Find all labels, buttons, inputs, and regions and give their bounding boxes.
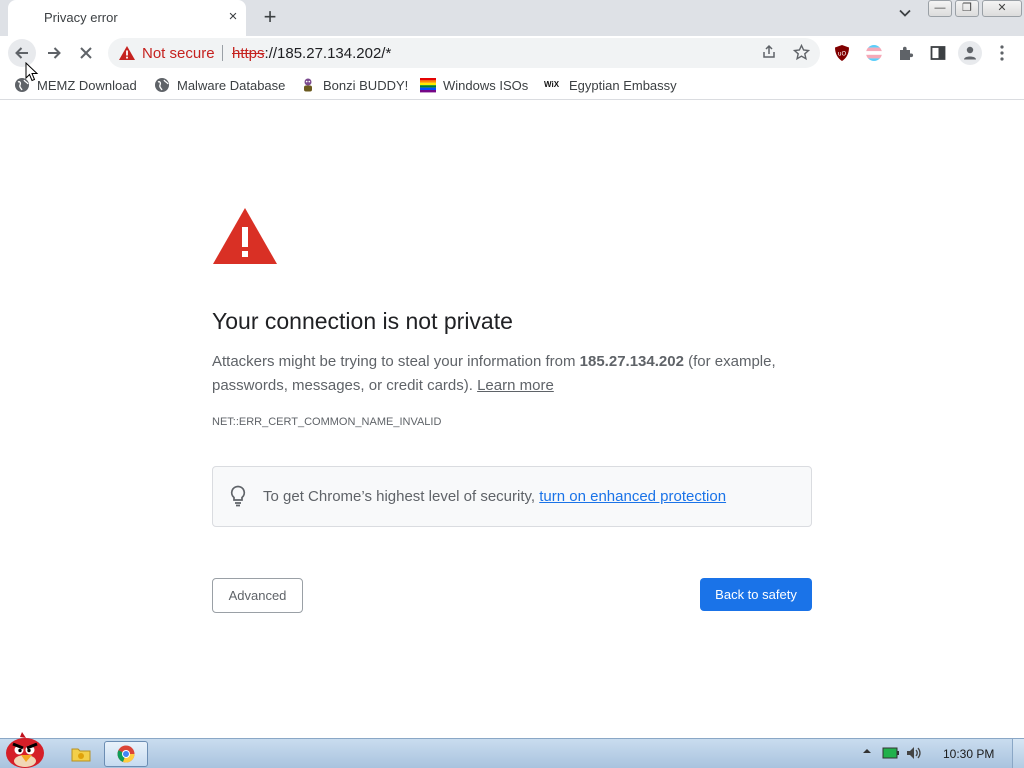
address-bar[interactable]: Not secure https://185.27.134.202/*	[108, 38, 820, 68]
close-window-button[interactable]: ✕	[982, 0, 1022, 17]
bonzi-icon	[304, 78, 312, 92]
bookmark-label: Windows ISOs	[443, 77, 529, 93]
back-to-safety-button[interactable]: Back to safety	[700, 578, 812, 611]
bookmark-label: Bonzi BUDDY!	[323, 77, 409, 93]
advanced-button[interactable]: Advanced	[212, 578, 303, 613]
taskbar: 10:30 PM	[0, 732, 1024, 768]
bookmark-malware-database[interactable]: Malware Database	[154, 76, 285, 94]
taskbar-clock[interactable]: 10:30 PM	[943, 747, 994, 761]
omnibox-divider	[222, 45, 223, 61]
angry-bird-icon	[6, 732, 44, 768]
person-icon	[964, 46, 976, 60]
stop-x-icon	[80, 47, 92, 59]
enhanced-protection-text: To get Chrome’s highest level of securit…	[263, 488, 726, 505]
tab-title: Privacy error	[44, 10, 118, 25]
bookmark-egyptian-embassy[interactable]: WiX Egyptian Embassy	[544, 76, 677, 94]
side-panel-icon[interactable]	[928, 43, 948, 63]
new-tab-button[interactable]: +	[258, 6, 282, 30]
taskbar-explorer[interactable]	[62, 741, 100, 767]
show-desktop-button[interactable]	[1012, 739, 1024, 768]
wix-icon: WiX	[544, 80, 560, 89]
bookmark-bonzi-buddy[interactable]: Bonzi BUDDY!	[300, 76, 408, 94]
arrow-left-icon	[15, 47, 28, 59]
not-secure-label[interactable]: Not secure	[142, 45, 215, 62]
warning-triangle-icon[interactable]	[118, 45, 136, 61]
ublock-origin-icon[interactable]: uO	[832, 43, 852, 63]
bookmark-windows-isos[interactable]: Windows ISOs	[420, 76, 528, 94]
window-controls: — ❐ ✕	[928, 0, 1024, 18]
minimize-button[interactable]: —	[928, 0, 952, 17]
bookmark-label: Egyptian Embassy	[569, 77, 677, 93]
url-text[interactable]: https://185.27.134.202/*	[232, 45, 391, 62]
forward-button[interactable]	[40, 39, 68, 67]
tab-search-button[interactable]	[894, 6, 916, 28]
arrow-right-icon	[48, 47, 61, 59]
trans-flag-extension-icon[interactable]	[864, 43, 884, 63]
taskbar-chrome[interactable]	[104, 741, 148, 767]
rainbow-flag-icon	[420, 78, 436, 93]
lightbulb-icon	[230, 485, 246, 507]
svg-text:uO: uO	[838, 51, 847, 58]
start-button[interactable]	[2, 729, 48, 768]
tab-strip: Privacy error × + — ❐ ✕	[0, 0, 1024, 36]
chrome-icon	[117, 745, 135, 763]
browser-toolbar: Not secure https://185.27.134.202/* uO	[0, 36, 1024, 70]
explanation-part-1: Attackers might be trying to steal your …	[212, 353, 580, 370]
bookmark-label: Malware Database	[177, 77, 286, 93]
battery-icon[interactable]	[882, 746, 900, 763]
enhanced-protection-prefix: To get Chrome’s highest level of securit…	[263, 488, 540, 505]
menu-kebab-icon[interactable]	[992, 43, 1012, 63]
globe-icon	[155, 78, 169, 92]
explanation-text: Attackers might be trying to steal your …	[212, 350, 812, 398]
bookmarks-bar: MEMZ Download Malware Database Bonzi BUD…	[0, 70, 1024, 100]
restore-button[interactable]: ❐	[955, 0, 979, 17]
tray-expand-icon[interactable]	[862, 746, 872, 759]
bookmark-label: MEMZ Download	[37, 77, 137, 93]
stop-button[interactable]	[72, 39, 100, 67]
privacy-error-page: Your connection is not private Attackers…	[0, 101, 1024, 738]
page-title: Your connection is not private	[212, 308, 513, 334]
enhanced-protection-box: To get Chrome’s highest level of securit…	[212, 466, 812, 527]
error-code: NET::ERR_CERT_COMMON_NAME_INVALID	[212, 416, 442, 428]
url-scheme: https	[232, 45, 265, 62]
tab-privacy-error[interactable]: Privacy error ×	[8, 0, 246, 36]
enhanced-protection-link[interactable]: turn on enhanced protection	[539, 488, 726, 505]
red-warning-triangle-icon	[213, 208, 277, 264]
url-host-path: ://185.27.134.202/*	[264, 45, 392, 62]
extensions-puzzle-icon[interactable]	[896, 43, 916, 63]
share-icon[interactable]	[760, 44, 778, 62]
learn-more-link[interactable]: Learn more	[477, 377, 554, 394]
folder-icon	[71, 748, 91, 762]
mouse-cursor-icon	[25, 62, 39, 82]
host-name: 185.27.134.202	[579, 353, 684, 370]
bookmark-star-icon[interactable]	[792, 43, 810, 62]
volume-icon[interactable]	[906, 746, 924, 763]
tab-close-icon[interactable]: ×	[224, 8, 242, 26]
chevron-down-icon	[899, 9, 911, 17]
profile-avatar-button[interactable]	[958, 41, 982, 65]
